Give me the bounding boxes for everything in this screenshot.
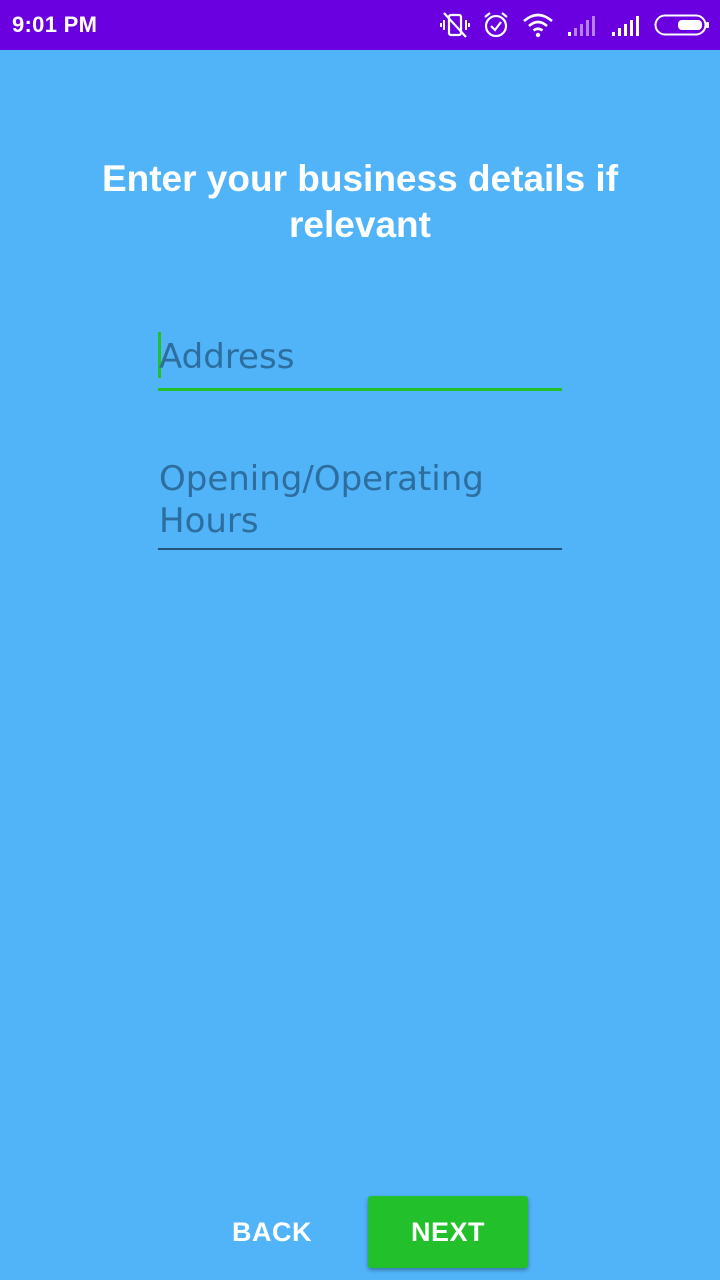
address-placeholder: Address bbox=[159, 337, 295, 377]
status-time: 9:01 PM bbox=[12, 12, 98, 37]
opening-hours-field[interactable]: Opening/Operating Hours bbox=[158, 455, 562, 550]
opening-hours-placeholder: Opening/Operating Hours bbox=[159, 459, 484, 541]
signal-weak-icon bbox=[566, 13, 598, 37]
status-icons bbox=[440, 0, 710, 50]
page-title: Enter your business details if relevant bbox=[101, 158, 619, 245]
next-button[interactable]: NEXT bbox=[368, 1196, 528, 1268]
signal-full-icon bbox=[610, 13, 642, 37]
status-bar: 9:01 PM bbox=[0, 0, 720, 50]
wifi-icon bbox=[522, 12, 554, 38]
vibrate-off-icon bbox=[440, 11, 470, 39]
back-button[interactable]: BACK bbox=[192, 1196, 352, 1268]
battery-icon bbox=[654, 13, 710, 37]
address-field[interactable]: Address bbox=[158, 330, 562, 391]
alarm-icon bbox=[482, 11, 510, 39]
